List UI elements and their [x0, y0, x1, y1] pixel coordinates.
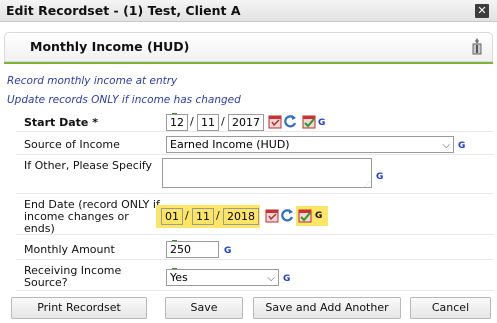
refresh-icon[interactable] — [283, 113, 297, 129]
g-link-icon[interactable]: G — [376, 172, 383, 182]
source-label: Source of Income — [24, 138, 120, 151]
entry-note: Record monthly income at entry — [7, 75, 178, 87]
section-title: Monthly Income (HUD) — [30, 39, 190, 54]
calendar-icon[interactable] — [268, 113, 282, 129]
date-separator: / — [185, 209, 189, 222]
source-select[interactable]: Earned Income (HUD) ⌵ — [166, 136, 454, 153]
receiving-label-2: Source? — [24, 276, 68, 289]
end-date-month-input[interactable]: 01 — [161, 208, 183, 225]
start-date-year-input[interactable]: 2017 — [228, 114, 264, 131]
start-date-day-input[interactable]: 11 — [197, 114, 219, 131]
window-title: Edit Recordset - (1) Test, Client A — [6, 3, 241, 18]
g-link-icon[interactable]: G — [315, 211, 322, 221]
print-recordset-button[interactable]: Print Recordset — [11, 297, 147, 319]
calendar-icon[interactable] — [265, 207, 279, 223]
date-separator: / — [221, 115, 225, 128]
calendar-check-icon[interactable] — [302, 113, 316, 129]
save-button[interactable]: Save — [165, 297, 243, 319]
refresh-icon[interactable] — [280, 207, 294, 223]
g-link-icon[interactable]: G — [224, 246, 231, 256]
end-date-year-input[interactable]: 2018 — [223, 208, 259, 225]
date-separator: / — [190, 115, 194, 128]
monthly-amount-input[interactable]: 250 — [166, 241, 219, 258]
start-date-label: Start Date * — [24, 116, 98, 129]
start-date-month-input[interactable]: 12 — [166, 114, 188, 131]
resize-handle-icon[interactable]: ⋰ — [364, 181, 370, 188]
section-divider — [4, 62, 493, 64]
end-date-label-3: ends) — [24, 222, 55, 235]
cancel-button[interactable]: Cancel — [410, 297, 491, 319]
g-link-icon[interactable]: G — [458, 141, 465, 151]
g-link-icon[interactable]: G — [283, 274, 290, 284]
g-link-icon[interactable]: G — [318, 118, 325, 128]
wrench-icon[interactable] — [470, 37, 484, 55]
other-textarea[interactable] — [162, 158, 372, 188]
calendar-check-icon[interactable] — [298, 207, 312, 223]
receiving-select-value: Yes — [170, 271, 188, 284]
save-and-add-another-button[interactable]: Save and Add Another — [253, 297, 401, 319]
close-icon[interactable]: ✕ — [475, 4, 489, 18]
receiving-select[interactable]: Yes ⌵ — [166, 269, 279, 286]
end-date-day-input[interactable]: 11 — [192, 208, 214, 225]
monthly-amount-label: Monthly Amount — [24, 243, 115, 256]
update-note: Update records ONLY if income has change… — [7, 94, 241, 106]
other-label: If Other, Please Specify — [24, 159, 153, 172]
chevron-down-icon: ⌵ — [267, 273, 275, 284]
chevron-down-icon: ⌵ — [442, 140, 450, 151]
source-select-value: Earned Income (HUD) — [170, 138, 290, 151]
date-separator: / — [216, 209, 220, 222]
